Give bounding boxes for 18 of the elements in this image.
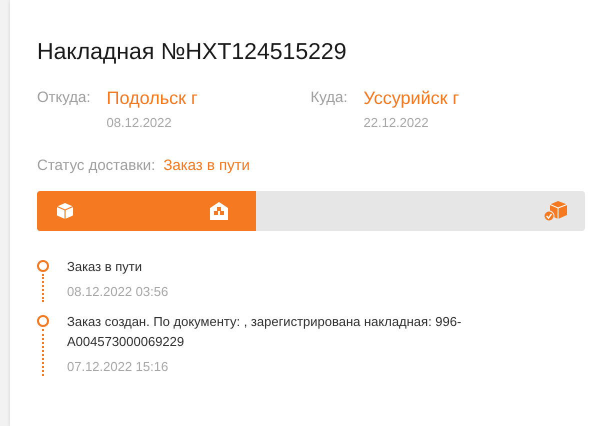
timeline-connector	[42, 328, 44, 376]
route-label: Откуда:	[37, 88, 91, 108]
status-value: Заказ в пути	[163, 156, 250, 176]
timeline-connector	[42, 274, 44, 302]
warehouse-icon	[209, 201, 229, 221]
route-date: 22.12.2022	[364, 114, 430, 132]
route-label: Куда:	[310, 88, 348, 108]
route-date: 08.12.2022	[106, 114, 173, 132]
event-text: Заказ создан. По документу: , зарегистрирована накладная: 996-A004573000069229	[67, 312, 462, 350]
event-time: 08.12.2022 03:56	[67, 283, 170, 301]
city-name: Уссурийск г	[364, 88, 460, 108]
invoice-title: Накладная №НХТ124515229	[37, 37, 348, 66]
city-name: Подольск г	[106, 88, 198, 108]
event-time: 07.12.2022 15:16	[67, 358, 170, 376]
status-label: Статус доставки:	[37, 156, 156, 176]
event-text: Заказ в пути	[67, 258, 143, 276]
box-check-icon	[543, 200, 569, 222]
box-icon	[55, 201, 75, 221]
